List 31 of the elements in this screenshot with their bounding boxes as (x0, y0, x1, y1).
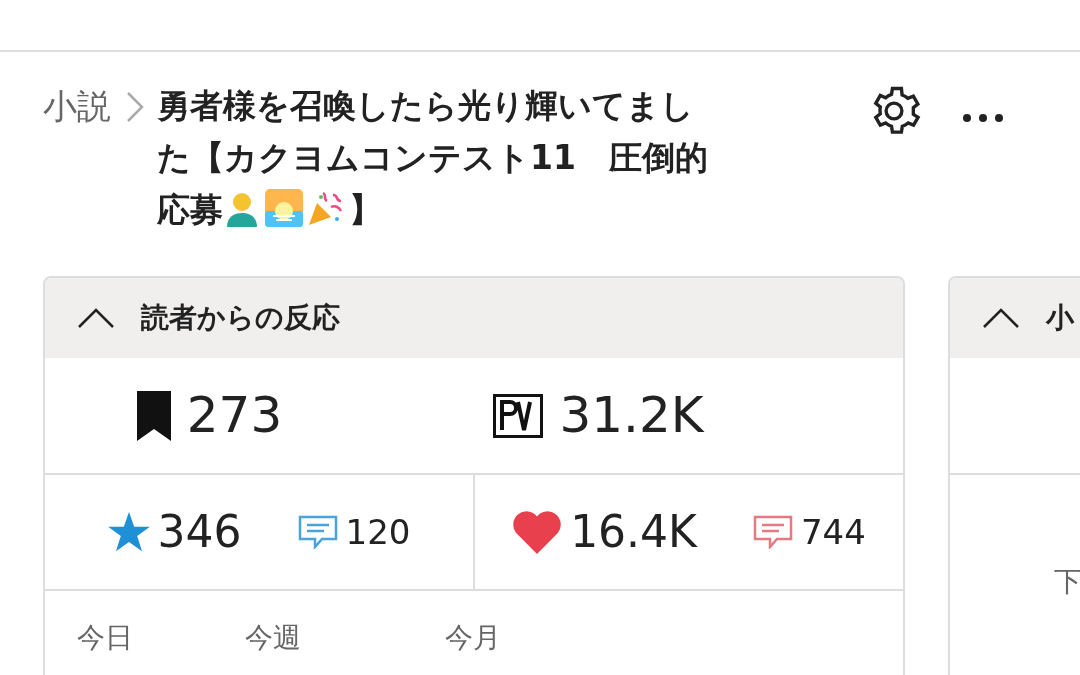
party-popper-icon (307, 189, 345, 227)
novel-title: 応募 (157, 190, 223, 229)
star-count: 346 (157, 505, 242, 559)
novel-title: 勇者様を召喚したら光り輝いてまし (157, 86, 694, 125)
card-header[interactable]: 小 (950, 278, 1080, 358)
comment-icon (752, 515, 793, 549)
comment-count: 120 (345, 510, 411, 554)
card-title: 小 (1046, 300, 1074, 336)
star-icon (107, 512, 150, 552)
period-label[interactable]: 今週 (245, 621, 301, 654)
comment-icon (297, 515, 338, 549)
period-label[interactable]: 今日 (77, 621, 133, 654)
chevron-icon (125, 90, 145, 124)
bookmark-icon (136, 390, 171, 441)
sunrise-icon (265, 189, 303, 227)
heart-count: 16.4K (570, 505, 697, 559)
period-label[interactable]: 今月 (445, 621, 501, 654)
pv-count: 31.2K (559, 385, 704, 446)
heart-icon (512, 510, 563, 554)
caret-icon (982, 307, 1020, 329)
comment-count: 744 (800, 510, 866, 554)
title-bracket: 】 (349, 190, 382, 229)
novel-title: た【カクヨムコンテスト11 圧倒的 (157, 138, 708, 177)
caret-icon (77, 307, 115, 329)
pv-icon (493, 393, 544, 438)
card-title: 読者からの反応 (141, 300, 340, 336)
bookmark-count: 273 (186, 385, 283, 446)
more-icon[interactable] (961, 112, 1005, 124)
card-header[interactable]: 読者からの反応 (45, 278, 903, 358)
stat-label: 下 (1054, 565, 1080, 598)
breadcrumb-link[interactable]: 小説 (43, 80, 111, 236)
